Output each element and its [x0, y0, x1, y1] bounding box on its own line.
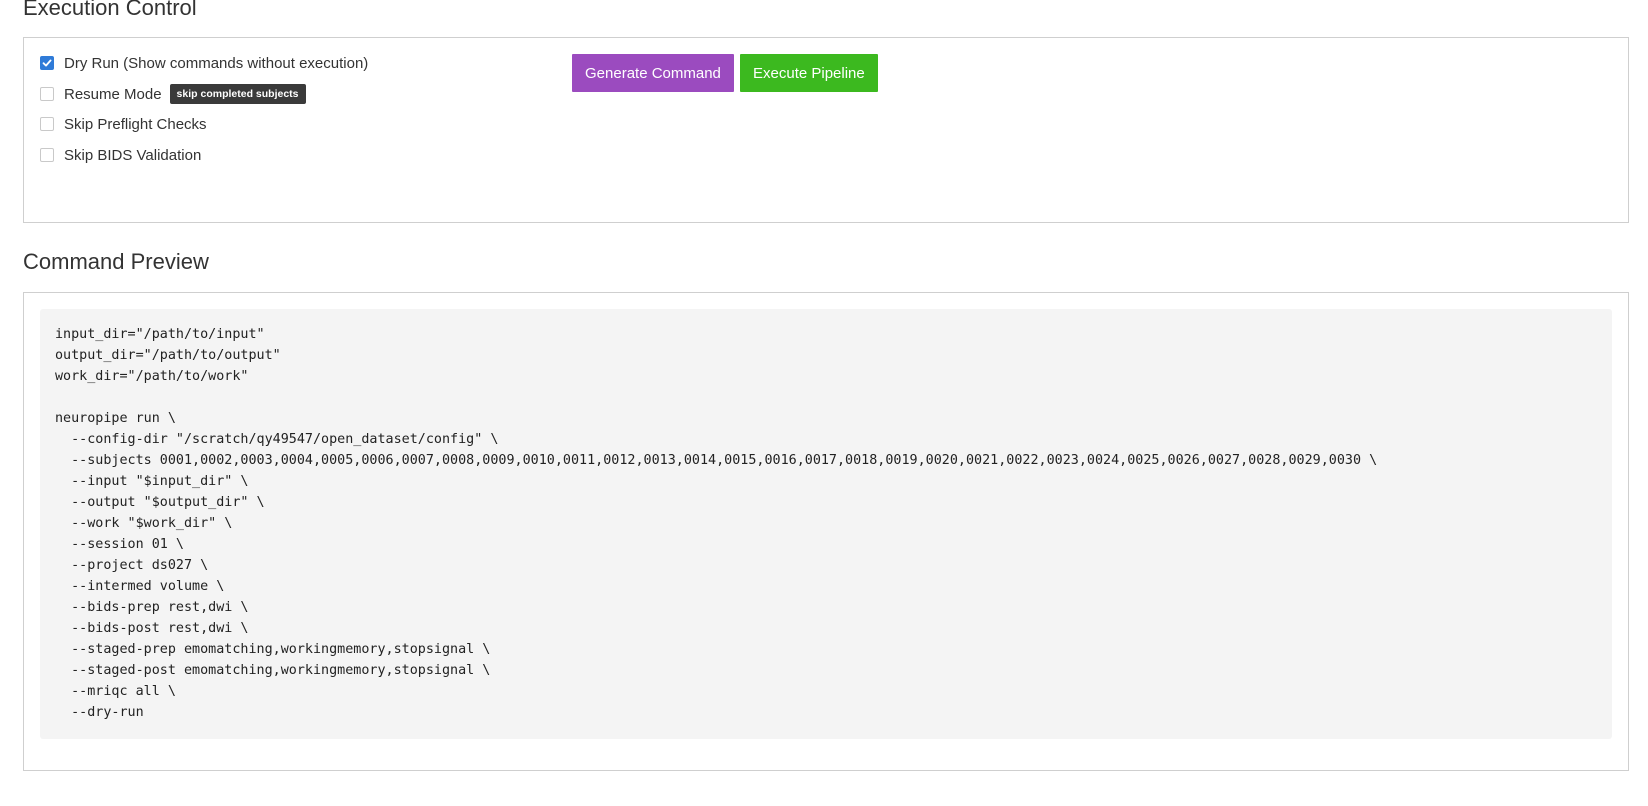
command-code-block: input_dir="/path/to/input" output_dir="/…	[40, 309, 1612, 739]
dry-run-label: Dry Run (Show commands without execution…	[64, 54, 369, 72]
dry-run-checkbox[interactable]	[40, 56, 54, 70]
resume-mode-checkbox[interactable]	[40, 87, 54, 101]
command-preview-title: Command Preview	[23, 249, 209, 274]
skip-bids-validation-checkbox[interactable]	[40, 148, 54, 162]
skip-preflight-option[interactable]: Skip Preflight Checks	[40, 113, 207, 135]
resume-mode-label: Resume Mode	[64, 85, 162, 103]
skip-bids-validation-label: Skip BIDS Validation	[64, 146, 202, 164]
generate-command-button[interactable]: Generate Command	[572, 54, 734, 92]
dry-run-option[interactable]: Dry Run (Show commands without execution…	[40, 52, 368, 74]
resume-mode-badge: skip completed subjects	[169, 84, 306, 104]
execution-control-title: Execution Control	[23, 0, 197, 20]
skip-bids-validation-option[interactable]: Skip BIDS Validation	[40, 144, 201, 166]
command-preview-panel: input_dir="/path/to/input" output_dir="/…	[23, 292, 1629, 771]
execute-pipeline-button[interactable]: Execute Pipeline	[740, 54, 878, 92]
resume-mode-option[interactable]: Resume Mode skip completed subjects	[40, 83, 306, 105]
skip-preflight-checkbox[interactable]	[40, 117, 54, 131]
execution-control-panel: Dry Run (Show commands without execution…	[23, 37, 1629, 223]
skip-preflight-label: Skip Preflight Checks	[64, 115, 207, 133]
page: Execution Control Dry Run (Show commands…	[0, 0, 1648, 806]
check-icon	[42, 59, 52, 67]
